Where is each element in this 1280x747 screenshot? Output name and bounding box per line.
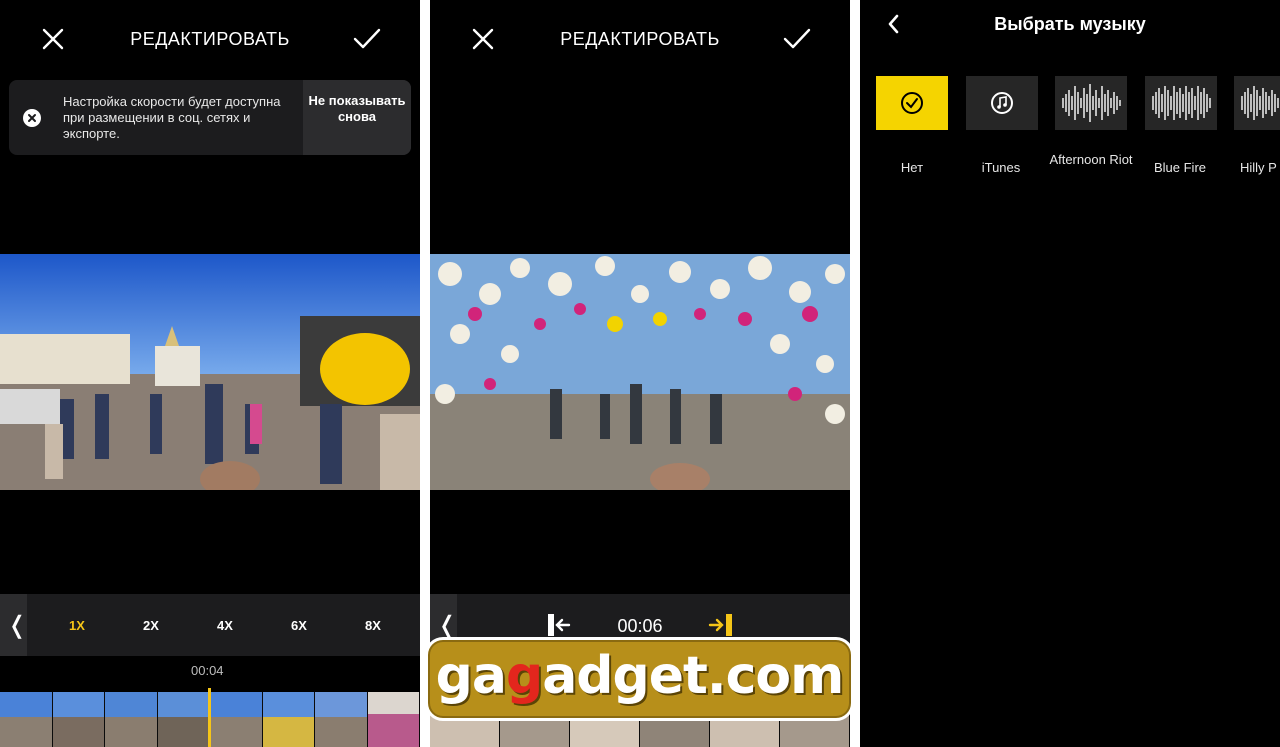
timeline-frame <box>52 692 105 747</box>
track-label: Нет <box>900 160 924 175</box>
collapse-button[interactable]: ❬ <box>0 594 27 656</box>
timeline-frame <box>262 692 315 747</box>
track-tile-none[interactable] <box>876 76 948 130</box>
playback-timecode: 00:04 <box>191 663 224 678</box>
track-label: iTunes <box>981 160 1021 175</box>
watermark-suffix: adget.com <box>542 646 844 706</box>
speed-option-6x[interactable]: 6X <box>279 618 319 633</box>
timeline-frame <box>105 692 158 747</box>
speed-edit-screen: РЕДАКТИРОВАТЬ Настройка скорости будет д… <box>0 0 420 747</box>
watermark-text: gagadget.com <box>428 646 851 706</box>
header-bar: РЕДАКТИРОВАТЬ <box>0 0 420 80</box>
dismiss-circle-icon[interactable] <box>23 109 41 127</box>
speed-option-4x[interactable]: 4X <box>205 618 245 633</box>
track-tile-hilly-p[interactable] <box>1234 76 1280 130</box>
chevron-left-icon: ❬ <box>437 612 458 639</box>
timeline-frame <box>210 692 263 747</box>
timeline-frame <box>367 692 420 747</box>
video-preview <box>430 254 850 490</box>
page-title: Выбрать музыку <box>994 14 1146 34</box>
music-note-icon <box>991 92 1013 114</box>
checkmark-icon[interactable] <box>782 26 812 52</box>
chevron-left-icon: ❬ <box>7 612 28 639</box>
watermark-middle: g <box>505 646 543 706</box>
check-circle-icon <box>901 92 923 114</box>
speed-option-1x[interactable]: 1X <box>57 618 97 633</box>
playhead[interactable] <box>208 688 211 747</box>
toast-message: Настройка скорости будет доступна при ра… <box>63 94 281 141</box>
track-label: Blue Fire <box>1153 160 1207 175</box>
speed-selector: ❬ 1X 2X 4X 6X 8X <box>0 594 420 656</box>
track-label: Afternoon Riot <box>1049 152 1133 167</box>
speed-option-8x[interactable]: 8X <box>353 618 393 633</box>
track-tile-blue-fire[interactable] <box>1145 76 1217 130</box>
timeline-frame <box>315 692 368 747</box>
trim-edit-screen: РЕДАКТИРОВАТЬ ❬ 00:06 <box>430 0 850 747</box>
dont-show-again-button[interactable]: Не показывать снова <box>303 80 411 155</box>
trim-start-icon[interactable] <box>547 612 573 638</box>
timeline-frame <box>0 692 53 747</box>
street-scene-image <box>0 254 420 490</box>
speed-option-2x[interactable]: 2X <box>131 618 171 633</box>
trim-timecode: 00:06 <box>617 616 663 636</box>
timeline-frame <box>157 692 210 747</box>
flower-arch-image <box>430 254 850 490</box>
track-tile-itunes[interactable] <box>966 76 1038 130</box>
waveform-icon <box>1062 84 1121 122</box>
video-preview <box>0 254 420 490</box>
waveform-icon <box>1152 86 1211 120</box>
gagadget-watermark: gagadget.com <box>425 637 854 721</box>
header-bar: РЕДАКТИРОВАТЬ <box>430 0 850 80</box>
waveform-icon <box>1241 86 1279 120</box>
track-tile-afternoon-riot[interactable] <box>1055 76 1127 130</box>
checkmark-icon[interactable] <box>352 26 382 52</box>
track-label: Hilly P <box>1240 160 1277 175</box>
music-select-screen: Выбрать музыку Нет iTunes Afternoon Riot… <box>860 0 1280 747</box>
watermark-prefix: ga <box>435 646 507 706</box>
speed-notice-toast: Настройка скорости будет доступна при ра… <box>9 80 411 155</box>
trim-end-icon[interactable] <box>707 612 733 638</box>
